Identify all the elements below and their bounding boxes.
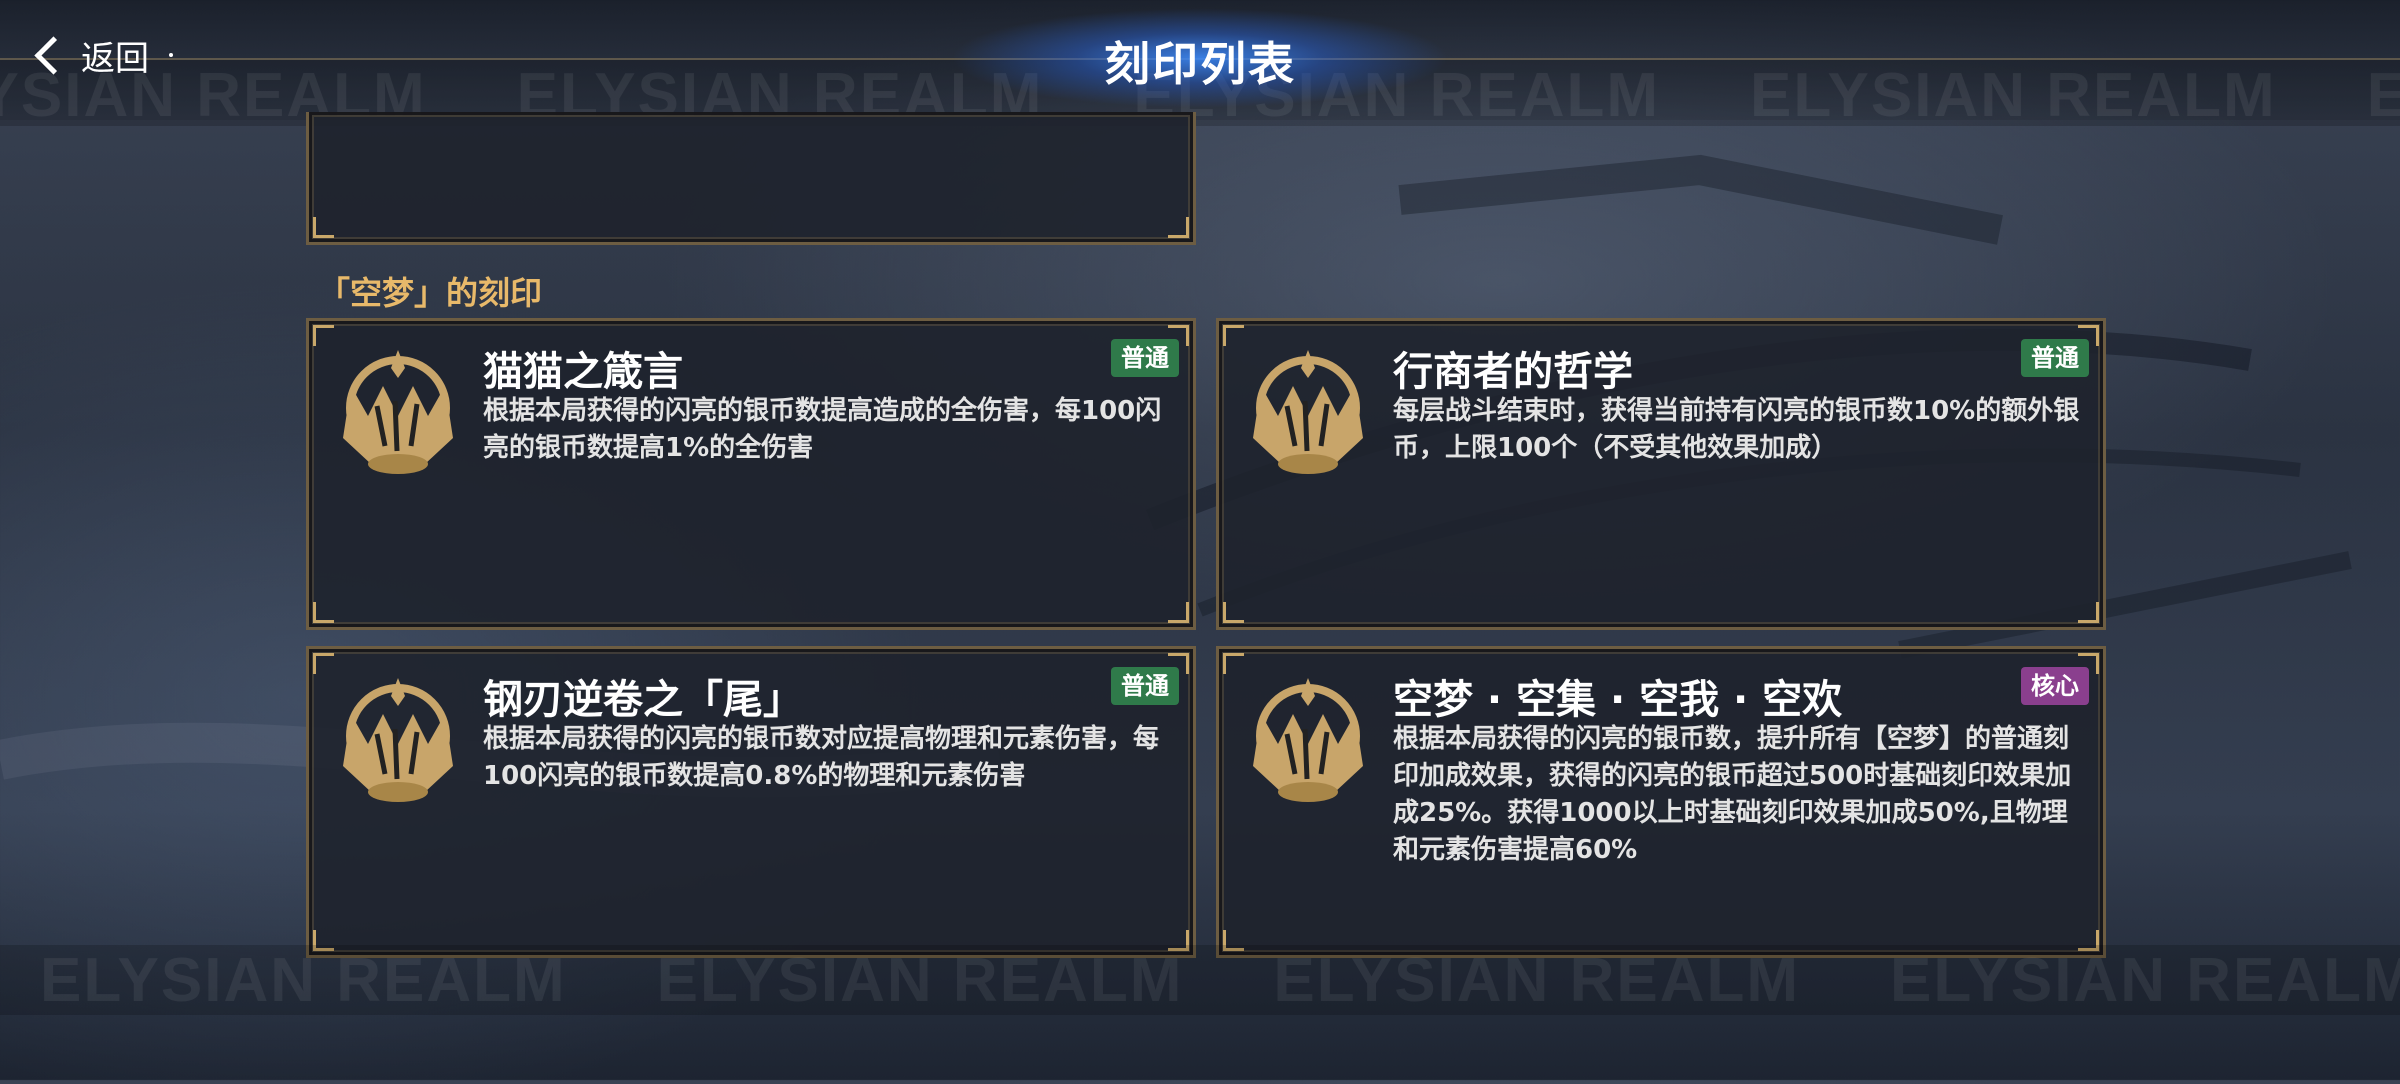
watermark-text: ELYSIAN REALM	[1273, 946, 1801, 1015]
stigma-card[interactable]: 空梦 · 空集 · 空我 · 空欢 核心 根据本局获得的闪亮的银币数，提升所有【…	[1216, 646, 2106, 958]
card-name: 空梦 · 空集 · 空我 · 空欢	[1393, 677, 1843, 723]
rarity-badge-core: 核心	[2021, 667, 2089, 705]
card-description: 每层战斗结束时，获得当前持有闪亮的银币数10%的额外银币，上限100个（不受其他…	[1393, 396, 2080, 463]
watermark-text: ELYSIAN REALM	[1890, 946, 2400, 1015]
card-description: 根据本局获得的闪亮的银币数，提升所有【空梦】的普通刻印加成效果，获得的闪亮的银币…	[1393, 724, 2072, 865]
watermark-text: ELYSIAN REALM	[2366, 61, 2400, 126]
card-description: 根据本局获得的闪亮的银币数对应提高物理和元素伤害，每100闪亮的银币数提高0.8…	[483, 724, 1160, 791]
section-title: 「空梦」的刻印	[318, 274, 543, 312]
watermark-text: ELYSIAN REALM	[656, 946, 1184, 1015]
back-label: 返回	[81, 38, 149, 79]
rarity-badge-common: 普通	[1111, 667, 1179, 705]
emblem-icon	[333, 674, 463, 809]
stigma-card[interactable]: 行商者的哲学 普通 每层战斗结束时，获得当前持有闪亮的银币数10%的额外银币，上…	[1216, 318, 2106, 630]
card-name: 钢刃逆卷之「尾」	[483, 677, 803, 723]
emblem-icon	[1243, 346, 1373, 481]
stigma-card[interactable]: 猫猫之箴言 普通 根据本局获得的闪亮的银币数提高造成的全伤害，每100闪亮的银币…	[306, 318, 1196, 630]
rarity-badge-common: 普通	[2021, 339, 2089, 377]
back-button[interactable]: 返回	[26, 28, 173, 82]
card-name: 猫猫之箴言	[483, 349, 683, 395]
emblem-icon	[333, 346, 463, 481]
page-title: 刻印列表	[1104, 37, 1296, 91]
watermark-band-bottom: ELYSIAN REALM ELYSIAN REALM ELYSIAN REALM E…	[0, 945, 2400, 1015]
card-partial-previous	[306, 112, 1196, 245]
card-name: 行商者的哲学	[1393, 349, 1633, 395]
rarity-badge-common: 普通	[1111, 339, 1179, 377]
emblem-icon	[1243, 674, 1373, 809]
back-dot	[169, 53, 173, 57]
back-chevron-icon	[34, 35, 73, 75]
watermark-text: ELYSIAN REALM	[1750, 61, 2277, 126]
stigma-card[interactable]: 钢刃逆卷之「尾」 普通 根据本局获得的闪亮的银币数对应提高物理和元素伤害，每10…	[306, 646, 1196, 958]
card-description: 根据本局获得的闪亮的银币数提高造成的全伤害，每100闪亮的银币数提高1%的全伤害	[483, 396, 1162, 463]
watermark-text: ELYSIAN REALM	[40, 946, 567, 1015]
